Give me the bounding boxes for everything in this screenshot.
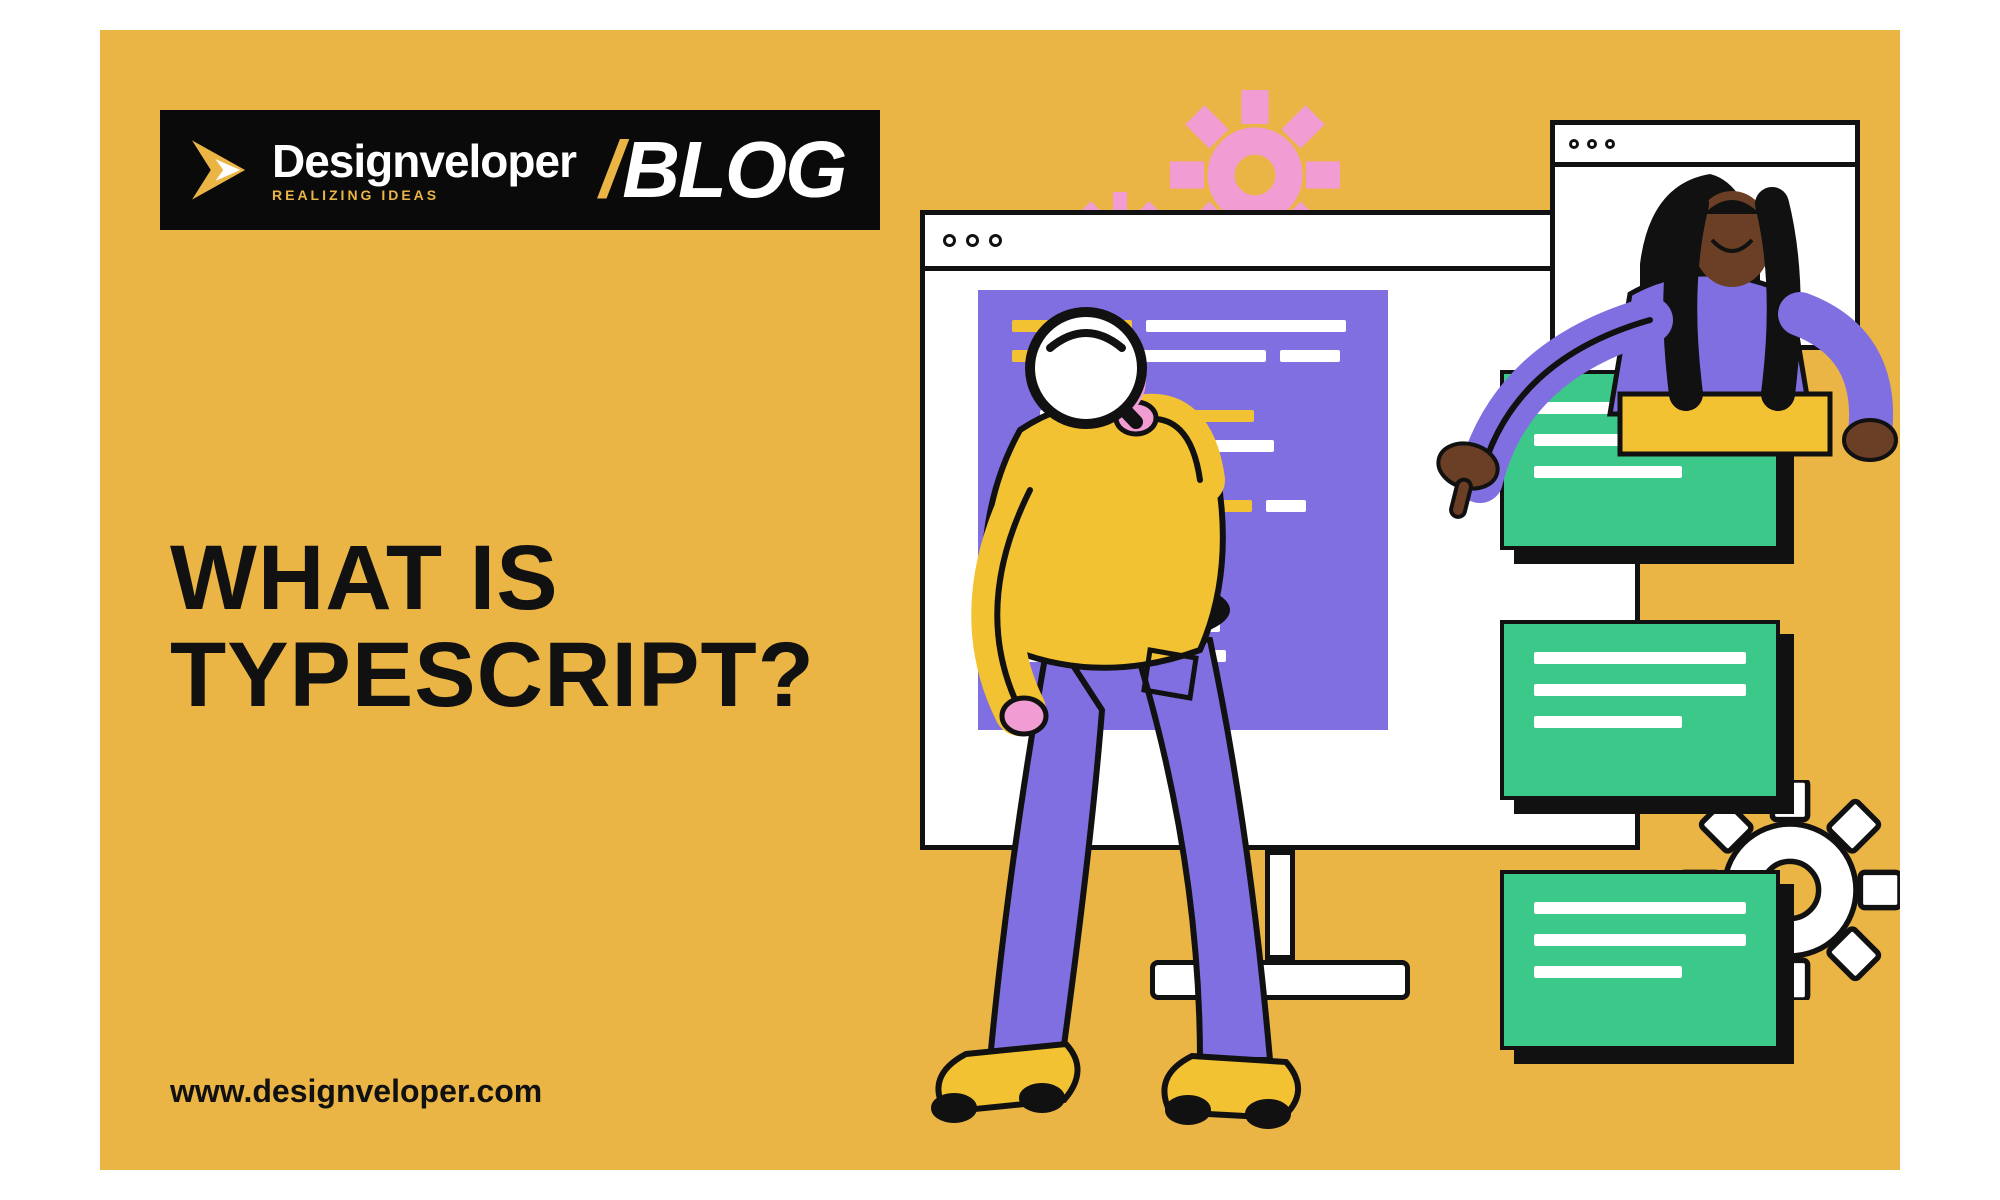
- slash-icon: /: [600, 124, 620, 216]
- window-control-icon: [989, 234, 1002, 247]
- note-card: [1500, 620, 1780, 800]
- blog-text: BLOG: [622, 124, 845, 216]
- headline-line-2: TYPESCRIPT?: [170, 627, 815, 724]
- headline-line-1: WHAT IS: [170, 530, 815, 627]
- character-inspecting: [900, 330, 1310, 1130]
- window-control-icon: [966, 234, 979, 247]
- site-url: www.designveloper.com: [170, 1073, 542, 1110]
- blog-label: / BLOG: [600, 124, 845, 216]
- note-card: [1500, 870, 1780, 1050]
- character-pointing: [1460, 144, 1880, 484]
- blog-cover: Designveloper REALIZING IDEAS / BLOG WHA…: [100, 30, 1900, 1170]
- illustration: [860, 90, 1860, 1150]
- window-control-icon: [943, 234, 956, 247]
- magnifier-icon: [1030, 312, 1142, 424]
- logo-badge: Designveloper REALIZING IDEAS / BLOG: [160, 110, 880, 230]
- logo-mark-icon: [178, 131, 256, 209]
- brand-name: Designveloper: [272, 138, 576, 184]
- logo-text: Designveloper REALIZING IDEAS: [272, 138, 576, 202]
- brand-tagline: REALIZING IDEAS: [272, 188, 576, 202]
- headline: WHAT IS TYPESCRIPT?: [170, 530, 815, 723]
